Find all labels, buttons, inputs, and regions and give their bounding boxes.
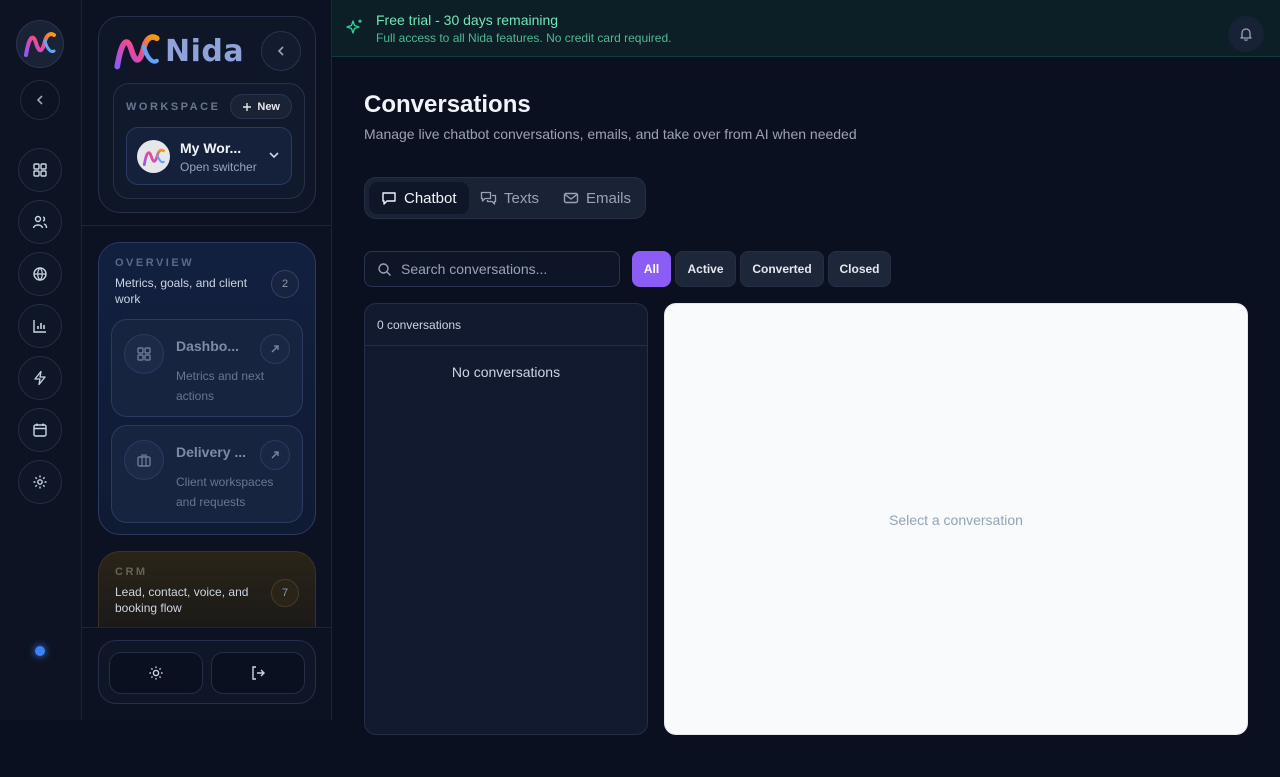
banner-subtitle: Full access to all Nida features. No cre… <box>376 31 672 45</box>
rail-calendar-button[interactable] <box>18 408 62 452</box>
nav-item-title: Dashbo... <box>176 338 240 354</box>
conversation-count: 0 conversations <box>365 304 647 346</box>
workspace-switcher[interactable]: My Wor... Open switcher <box>126 127 292 185</box>
sun-icon <box>149 666 163 680</box>
plus-icon <box>243 102 252 111</box>
zap-icon <box>34 370 46 386</box>
group-count-badge: 7 <box>271 579 299 607</box>
page-title: Conversations <box>364 91 531 118</box>
filter-all[interactable]: All <box>632 251 671 287</box>
logout-icon <box>252 666 265 680</box>
workspace-switcher-label: Open switcher <box>180 160 257 174</box>
search-input[interactable] <box>401 252 615 286</box>
workspace-box: WORKSPACE New My Wor... Open switcher <box>113 83 305 199</box>
nida-logo-icon <box>114 34 160 70</box>
conversation-list: 0 conversations No conversations <box>364 303 648 735</box>
search-box <box>364 251 620 287</box>
mail-icon <box>563 192 579 204</box>
chevron-left-icon <box>277 46 284 56</box>
tab-label: Chatbot <box>404 189 457 207</box>
dashboard-icon <box>33 163 47 177</box>
divider <box>82 225 332 226</box>
collapse-sidebar-button[interactable] <box>261 31 301 71</box>
theme-toggle-button[interactable] <box>109 652 203 694</box>
filter-active[interactable]: Active <box>675 251 736 287</box>
nav-item-subtitle: Client workspaces and requests <box>176 475 274 509</box>
calendar-icon <box>33 423 47 437</box>
empty-list-message: No conversations <box>451 364 561 380</box>
logout-button[interactable] <box>211 652 305 694</box>
conversation-detail: Select a conversation <box>664 303 1248 735</box>
empty-detail-message: Select a conversation <box>889 512 1023 528</box>
users-icon <box>32 215 48 229</box>
briefcase-icon <box>124 440 164 480</box>
group-count-badge: 2 <box>271 270 299 298</box>
new-workspace-button[interactable]: New <box>230 94 292 119</box>
tab-chatbot[interactable]: Chatbot <box>369 182 469 214</box>
open-arrow-icon[interactable] <box>260 440 290 470</box>
rail-globe-button[interactable] <box>18 252 62 296</box>
banner-title: Free trial - 30 days remaining <box>376 12 559 28</box>
nida-logo-icon <box>142 148 165 166</box>
group-description: Lead, contact, voice, and booking flow <box>115 585 249 615</box>
rail-users-button[interactable] <box>18 200 62 244</box>
tab-label: Emails <box>586 189 632 207</box>
nav-item-delivery[interactable]: Delivery ... Client workspaces and reque… <box>111 425 303 523</box>
nav-item-dashboard[interactable]: Dashbo... Metrics and next actions <box>111 319 303 417</box>
open-arrow-icon[interactable] <box>260 334 290 364</box>
message-square-icon <box>382 192 396 205</box>
dashboard-icon <box>124 334 164 374</box>
nida-logo-icon <box>24 32 56 57</box>
nav-item-subtitle: Metrics and next actions <box>176 369 265 403</box>
trial-banner: Free trial - 30 days remaining Full acce… <box>332 0 1280 57</box>
brand-name: Nida <box>165 33 245 69</box>
rail-dashboard-button[interactable] <box>18 148 62 192</box>
sparkles-icon <box>346 19 362 34</box>
tab-label: Texts <box>504 189 540 207</box>
workspace-name: My Wor... <box>180 140 242 156</box>
tab-emails[interactable]: Emails <box>551 182 643 214</box>
rail-automation-button[interactable] <box>18 356 62 400</box>
bell-icon <box>1240 28 1252 41</box>
group-label: OVERVIEW <box>115 257 195 269</box>
page-subtitle: Manage live chatbot conversations, email… <box>364 126 857 142</box>
rail-settings-button[interactable] <box>18 460 62 504</box>
nav-group-overview: OVERVIEW Metrics, goals, and client work… <box>98 242 316 535</box>
navigation-panel: Nida WORKSPACE New My Wor... Open switch… <box>82 0 332 720</box>
chevron-left-icon <box>36 95 43 105</box>
channel-tabs: Chatbot Texts Emails <box>364 177 646 219</box>
nav-item-title: Delivery ... <box>176 444 247 460</box>
messages-icon <box>480 191 497 205</box>
brand-card: Nida WORKSPACE New My Wor... Open switch… <box>98 16 316 213</box>
globe-icon <box>33 267 47 281</box>
icon-rail <box>0 0 82 720</box>
notifications-button[interactable] <box>1228 16 1264 52</box>
workspace-label: WORKSPACE <box>126 101 221 113</box>
tab-texts[interactable]: Texts <box>468 182 551 214</box>
brand-logo[interactable]: Nida <box>113 31 244 71</box>
rail-analytics-button[interactable] <box>18 304 62 348</box>
search-icon <box>378 263 391 276</box>
chevron-down-icon <box>269 152 279 159</box>
filter-converted[interactable]: Converted <box>740 251 824 287</box>
status-dot <box>35 646 45 656</box>
collapse-rail-button[interactable] <box>20 80 60 120</box>
filter-closed[interactable]: Closed <box>828 251 891 287</box>
new-workspace-label: New <box>257 100 280 113</box>
group-label: CRM <box>115 566 148 578</box>
divider <box>82 627 332 628</box>
bar-chart-icon <box>33 320 46 333</box>
workspace-avatar <box>137 140 170 173</box>
group-description: Metrics, goals, and client work <box>115 276 248 306</box>
sidebar-footer <box>98 640 316 704</box>
nav-group-crm[interactable]: CRM Lead, contact, voice, and booking fl… <box>98 551 316 627</box>
app-logo[interactable] <box>16 20 64 68</box>
settings-icon <box>33 475 47 489</box>
